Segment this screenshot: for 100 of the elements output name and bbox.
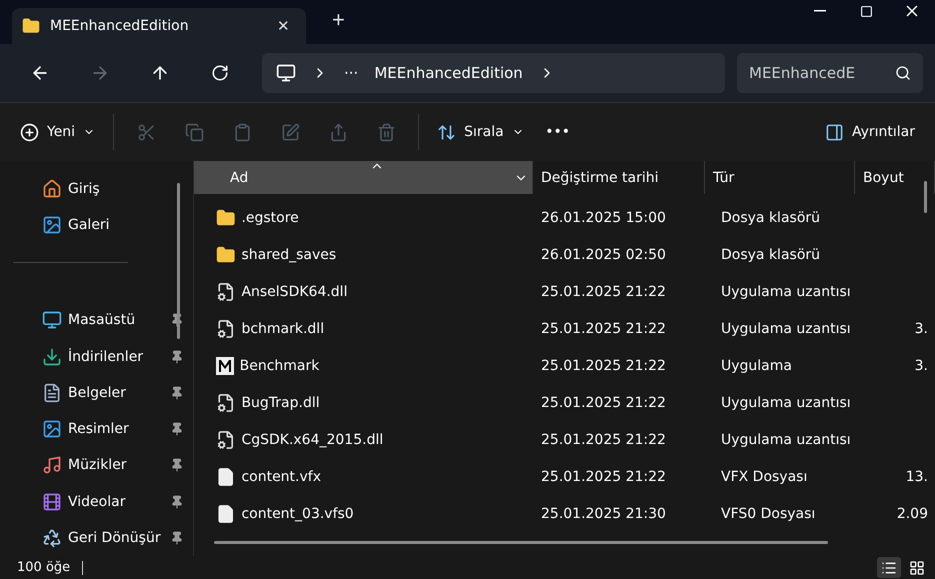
tab-title: MEEnhancedEdition: [50, 18, 190, 34]
type-cell-text: Uygulama uzantısı: [720, 284, 852, 300]
type-cell-text: Dosya klasörü: [720, 246, 822, 262]
date-cell-text: 25.01.2025 21:22: [540, 432, 667, 448]
pin-icon[interactable]: [170, 458, 184, 472]
column-header[interactable]: Ad: [194, 161, 533, 194]
sort-button[interactable]: Sırala: [429, 114, 532, 150]
file-row[interactable]: bchmark.dll 25.01.2025 21:22 Uygulama uzantısı 3.: [194, 310, 935, 347]
file-row[interactable]: BugTrap.dll 25.01.2025 21:22 Uygulama uzantısı: [194, 384, 935, 421]
list-icon: [881, 560, 897, 576]
pin-icon[interactable]: [170, 350, 184, 364]
gear-file-icon: [216, 282, 236, 302]
maximize-icon: [860, 4, 872, 18]
monitor-icon: [276, 63, 296, 83]
file-name: content.vfx: [241, 468, 322, 484]
details-view-button[interactable]: [877, 557, 901, 578]
type-cell-text: Uygulama: [720, 358, 793, 374]
sort-icon: [437, 122, 456, 142]
file-name: shared_saves: [241, 246, 338, 262]
sidebar-item[interactable]: Videolar: [0, 484, 193, 520]
music-icon: [42, 455, 62, 476]
details-pane-button[interactable]: Ayrıntılar: [816, 114, 923, 150]
file-row[interactable]: content.vfx 25.01.2025 21:22 VFX Dosyası 13.: [194, 458, 935, 495]
size-cell-text: 3.: [914, 320, 928, 336]
date-cell-text: 25.01.2025 21:22: [540, 394, 667, 410]
videos-icon: [42, 492, 62, 512]
pin-icon[interactable]: [170, 494, 184, 509]
folder-icon: [216, 208, 236, 228]
date-cell-text: 25.01.2025 21:22: [540, 320, 667, 336]
sidebar-item[interactable]: Müzikler: [0, 447, 193, 484]
date-cell-text: 26.01.2025 15:00: [540, 210, 667, 226]
date-cell-text: 25.01.2025 21:30: [540, 506, 667, 522]
gear-file-icon: [216, 392, 236, 412]
sidebar-item[interactable]: Geri Dönüşür: [0, 520, 193, 556]
pin-icon[interactable]: [170, 422, 184, 436]
paste-icon: [232, 122, 252, 142]
sidebar-label: Müzikler: [68, 457, 128, 474]
date-cell-text: 25.01.2025 21:22: [540, 284, 667, 300]
date-cell-text: 26.01.2025 02:50: [540, 246, 667, 262]
refresh-icon: [211, 64, 229, 82]
file-row[interactable]: Benchmark 25.01.2025 21:22 Uygulama 3.: [194, 347, 935, 384]
type-cell-text: VFS0 Dosyası: [720, 506, 816, 522]
sidebar-item[interactable]: Galeri: [0, 207, 193, 244]
sidebar-item[interactable]: İndirilenler: [0, 338, 193, 375]
pin-icon[interactable]: [170, 530, 184, 545]
folder-crumb[interactable]: MEEnhancedEdition: [374, 64, 523, 82]
folder-tab[interactable]: MEEnhancedEdition ✕: [12, 8, 306, 44]
home-icon: [42, 179, 62, 200]
file-name: BugTrap.dll: [241, 394, 321, 410]
file-row[interactable]: content_03.vfs0 25.01.2025 21:30 VFS0 Dosyası 2.09: [194, 495, 935, 532]
docs-icon: [42, 382, 62, 403]
cut-icon: [136, 122, 156, 142]
app-icon: [216, 356, 234, 374]
type-cell-text: Uygulama uzantısı: [720, 320, 852, 336]
rename-icon: [280, 122, 300, 142]
address-bar[interactable]: ··· MEEnhancedEdition: [262, 53, 725, 93]
size-cell-text: 2.09: [896, 506, 928, 522]
file-icon: [216, 504, 236, 524]
plus-icon: [20, 122, 39, 142]
desktop-icon: [42, 310, 62, 330]
sidebar-item[interactable]: Giriş: [0, 171, 193, 208]
file-name: CgSDK.x64_2015.dll: [241, 432, 384, 448]
file-row[interactable]: AnselSDK64.dll 25.01.2025 21:22 Uygulama uzantısı: [194, 273, 935, 310]
pictures-icon: [42, 419, 62, 440]
sidebar-label: İndirilenler: [68, 348, 144, 365]
download-icon: [42, 346, 62, 367]
new-button[interactable]: Yeni: [12, 114, 104, 150]
overflow-crumb[interactable]: ···: [344, 64, 358, 82]
type-cell-text: Dosya klasörü: [720, 210, 822, 226]
grid-icon: [909, 560, 925, 576]
date-cell-text: 25.01.2025 21:22: [540, 358, 667, 374]
gear-file-icon: [216, 430, 236, 450]
file-icon: [216, 466, 236, 486]
sidebar-label: Geri Dönüşür: [68, 530, 162, 546]
sidebar-label: Giriş: [68, 181, 101, 198]
search-icon: [895, 65, 911, 81]
gear-file-icon: [216, 318, 236, 338]
delete-icon: [376, 122, 396, 142]
close-tab-button[interactable]: ✕: [271, 17, 296, 35]
more-button[interactable]: •••: [536, 114, 580, 150]
new-tab-button[interactable]: +: [326, 6, 351, 34]
file-row[interactable]: CgSDK.x64_2015.dll 25.01.2025 21:22 Uygulama uzantısı: [194, 421, 935, 458]
file-name: .egstore: [241, 210, 300, 226]
sidebar-label: Resimler: [68, 421, 130, 438]
copy-icon: [184, 122, 204, 142]
file-row[interactable]: .egstore 26.01.2025 15:00 Dosya klasörü: [194, 199, 935, 236]
pin-icon[interactable]: [170, 386, 184, 400]
minimize-icon: [814, 10, 826, 12]
file-row[interactable]: shared_saves 26.01.2025 02:50 Dosya klasörü: [194, 236, 935, 273]
search-field[interactable]: MEEnhancedE: [737, 53, 923, 93]
folder-icon: [216, 244, 236, 264]
sidebar-label: Belgeler: [68, 384, 127, 401]
sidebar-item[interactable]: Resimler: [0, 411, 193, 448]
file-name: Benchmark: [240, 358, 320, 374]
share-icon: [328, 122, 348, 142]
file-name: content_03.vfs0: [241, 506, 355, 522]
sidebar-item[interactable]: Belgeler: [0, 374, 193, 412]
type-cell-text: Uygulama uzantısı: [720, 394, 852, 410]
sidebar-label: Masaüstü: [68, 312, 136, 328]
item-count: 100 öğe: [17, 560, 70, 575]
